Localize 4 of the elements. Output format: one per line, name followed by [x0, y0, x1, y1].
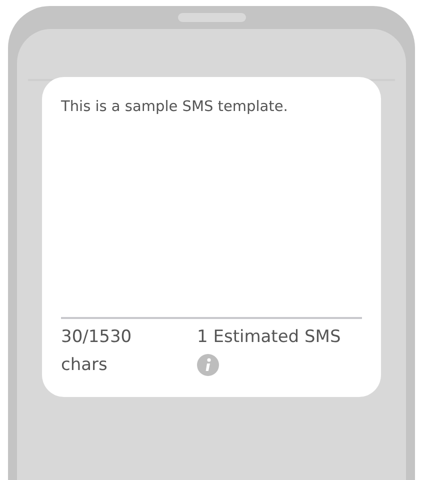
info-icon[interactable] [197, 354, 219, 376]
char-count: 30/1530 chars [61, 326, 133, 377]
sms-estimate: 1 Estimated SMS [197, 326, 341, 349]
message-text: This is a sample SMS template. [61, 99, 289, 117]
